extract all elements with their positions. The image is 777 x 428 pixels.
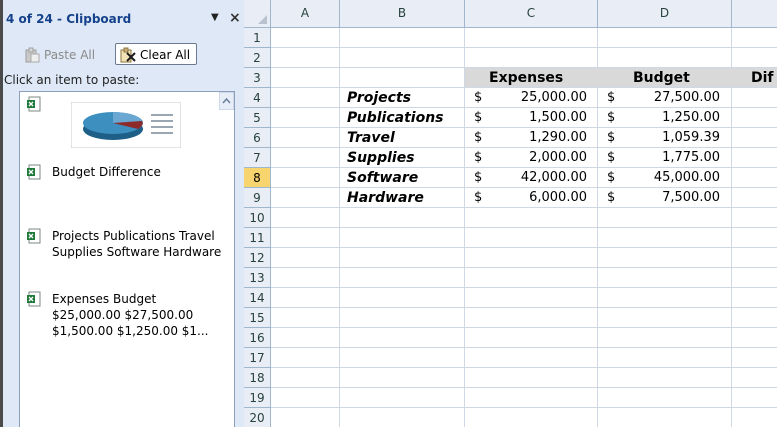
gridline (271, 287, 777, 288)
budget-cell[interactable]: 27,500.00 (627, 88, 720, 108)
currency-symbol: $ (607, 90, 616, 105)
gridline (271, 347, 777, 348)
gridline (271, 307, 777, 308)
budget-header[interactable]: Budget (633, 68, 690, 88)
clipboard-item-budget-difference[interactable]: Budget Difference (26, 164, 216, 184)
budget-cell[interactable]: 45,000.00 (627, 168, 720, 188)
column-header-b[interactable]: B (340, 0, 465, 28)
expenses-cell[interactable]: 25,000.00 (494, 88, 587, 108)
currency-symbol: $ (607, 130, 616, 145)
row-header-2[interactable]: 2 (244, 48, 271, 68)
currency-symbol: $ (607, 190, 616, 205)
expenses-cell[interactable]: 6,000.00 (494, 188, 587, 208)
row-header-11[interactable]: 11 (244, 228, 271, 248)
currency-symbol: $ (607, 170, 616, 185)
select-all-triangle-icon (258, 15, 267, 24)
row-header-12[interactable]: 12 (244, 248, 271, 268)
clear-all-label: Clear All (140, 48, 191, 62)
budget-cell[interactable]: 7,500.00 (627, 188, 720, 208)
currency-symbol: $ (474, 150, 483, 165)
gridline (271, 367, 777, 368)
category-cell[interactable]: Publications (347, 108, 444, 128)
budget-cell[interactable]: 1,059.39 (627, 128, 720, 148)
clipboard-item-text: Expenses Budget $25,000.00 $27,500.00 $1… (52, 292, 209, 338)
category-cell[interactable]: Software (347, 168, 418, 188)
worksheet-grid[interactable]: A B C D 1 2 3 4 5 6 7 8 9 10 11 12 13 14… (244, 0, 777, 427)
clipboard-item-text: Budget Difference (52, 165, 161, 179)
clipboard-pane: 4 of 24 - Clipboard ▼ × Paste All Clear … (0, 0, 244, 427)
pane-close-icon[interactable]: × (229, 10, 241, 26)
currency-symbol: $ (474, 130, 483, 145)
gridline (271, 327, 777, 328)
row-header-9[interactable]: 9 (244, 188, 271, 208)
row-header-6[interactable]: 6 (244, 128, 271, 148)
currency-symbol: $ (474, 90, 483, 105)
excel-clip-icon (27, 291, 41, 307)
clipboard-item-chart[interactable] (26, 96, 216, 158)
expenses-cell[interactable]: 1,500.00 (494, 108, 587, 128)
gridline (271, 247, 777, 248)
expenses-header[interactable]: Expenses (489, 68, 563, 88)
currency-symbol: $ (607, 110, 616, 125)
currency-symbol: $ (474, 190, 483, 205)
budget-cell[interactable]: 1,250.00 (627, 108, 720, 128)
excel-clip-icon (27, 164, 41, 180)
paste-icon (25, 47, 40, 63)
row-header-8[interactable]: 8 (244, 168, 271, 188)
expenses-cell[interactable]: 1,290.00 (494, 128, 587, 148)
budget-cell[interactable]: 1,775.00 (627, 148, 720, 168)
select-all-corner[interactable] (244, 0, 271, 28)
row-header-13[interactable]: 13 (244, 268, 271, 288)
paste-all-label: Paste All (44, 48, 96, 62)
pane-edge (0, 0, 3, 427)
category-cell[interactable]: Hardware (347, 188, 424, 208)
expenses-cell[interactable]: 42,000.00 (494, 168, 587, 188)
currency-symbol: $ (474, 110, 483, 125)
row-header-3[interactable]: 3 (244, 68, 271, 88)
column-header-d[interactable]: D (598, 0, 732, 28)
currency-symbol: $ (607, 150, 616, 165)
gridline (271, 407, 777, 408)
difference-header[interactable]: Dif (751, 68, 774, 88)
column-header-e[interactable] (732, 0, 777, 28)
clear-all-icon (120, 47, 136, 63)
row-header-15[interactable]: 15 (244, 308, 271, 328)
row-header-16[interactable]: 16 (244, 328, 271, 348)
row-header-17[interactable]: 17 (244, 348, 271, 368)
excel-clip-icon (27, 96, 41, 112)
excel-clip-icon (27, 228, 41, 244)
row-header-5[interactable]: 5 (244, 108, 271, 128)
category-cell[interactable]: Projects (347, 88, 411, 108)
paste-all-button[interactable]: Paste All (19, 43, 102, 65)
row-header-19[interactable]: 19 (244, 388, 271, 408)
pane-title: 4 of 24 - Clipboard (6, 12, 132, 26)
pane-title-bar: 4 of 24 - Clipboard ▼ × (3, 10, 242, 28)
clipboard-item-text: Projects Publications Travel Supplies So… (52, 229, 222, 259)
gridline (271, 387, 777, 388)
currency-symbol: $ (474, 170, 483, 185)
scroll-up-icon[interactable] (219, 92, 234, 110)
column-header-a[interactable]: A (271, 0, 340, 28)
pane-options-dropdown-icon[interactable]: ▼ (211, 12, 219, 23)
clear-all-button[interactable]: Clear All (115, 43, 197, 65)
category-cell[interactable]: Supplies (347, 148, 415, 168)
clipboard-items-list: Budget Difference Projects Publications … (19, 91, 235, 427)
pie-chart-thumbnail (71, 102, 181, 148)
expenses-cell[interactable]: 2,000.00 (494, 148, 587, 168)
row-header-14[interactable]: 14 (244, 288, 271, 308)
row-header-18[interactable]: 18 (244, 368, 271, 388)
gridline (271, 267, 777, 268)
category-cell[interactable]: Travel (347, 128, 395, 148)
row-header-4[interactable]: 4 (244, 88, 271, 108)
gridline (271, 227, 777, 228)
clipboard-item-categories[interactable]: Projects Publications Travel Supplies So… (26, 228, 221, 278)
gridline (271, 47, 777, 48)
row-header-10[interactable]: 10 (244, 208, 271, 228)
row-header-20[interactable]: 20 (244, 408, 271, 427)
pane-hint: Click an item to paste: (4, 73, 140, 87)
column-header-c[interactable]: C (465, 0, 598, 28)
row-header-1[interactable]: 1 (244, 28, 271, 48)
row-header-7[interactable]: 7 (244, 148, 271, 168)
clipboard-item-expenses-budget[interactable]: Expenses Budget $25,000.00 $27,500.00 $1… (26, 291, 216, 341)
